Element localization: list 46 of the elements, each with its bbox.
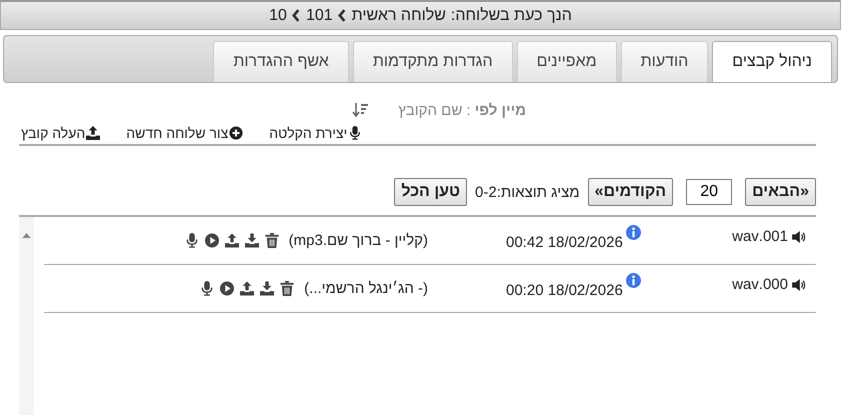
chevron-icon [338, 9, 347, 22]
microphone-icon[interactable] [184, 233, 199, 248]
toolbar-link[interactable]: יצירת הקלטה [269, 125, 362, 141]
sort-label[interactable]: מיין לפי : שם הקובץ [398, 102, 526, 118]
file-title: (קליין - ברוך שם.mp3) [288, 232, 428, 249]
speaker-icon[interactable] [792, 230, 806, 242]
page-size-field[interactable]: 20 [686, 179, 732, 205]
sort-icon[interactable] [352, 102, 368, 118]
previous-button[interactable]: הקודמים» [588, 178, 674, 206]
file-name: 000.wav [732, 276, 788, 293]
tab[interactable]: מאפיינים [516, 41, 617, 82]
breadcrumb-item[interactable]: 101 [306, 6, 333, 24]
file-date: 18/02/2026 00:20 [506, 282, 623, 298]
plus-circle-icon [229, 126, 244, 140]
tab[interactable]: הודעות [620, 41, 708, 82]
download-icon[interactable] [260, 281, 274, 296]
breadcrumb-item[interactable]: 10 [269, 6, 287, 24]
toolbar-link[interactable]: צור שלוחה חדשה [126, 125, 244, 141]
upload-icon[interactable] [224, 233, 239, 248]
next-button[interactable]: «הבאים [745, 178, 816, 206]
file-title: (- הג׳ינגל הרשמי...) [304, 280, 428, 297]
info-icon[interactable] [626, 272, 641, 288]
microphone-icon[interactable] [200, 281, 214, 296]
results-summary: מציג תוצאות:0-2 [475, 184, 580, 200]
file-name: 001.wav [732, 228, 788, 245]
trash-icon[interactable] [280, 281, 294, 296]
scroll-up-icon[interactable] [22, 233, 31, 238]
play-icon[interactable] [204, 233, 219, 248]
scrollbar[interactable] [19, 217, 34, 415]
tab[interactable]: ניהול קבצים [712, 41, 832, 82]
chevron-icon [292, 9, 301, 22]
upload-icon [86, 126, 100, 140]
tab[interactable]: אשף ההגדרות [213, 41, 349, 82]
download-icon[interactable] [244, 233, 259, 248]
upload-icon[interactable] [240, 281, 254, 296]
breadcrumb-label: הנך כעת בשלוחה: [450, 6, 572, 24]
info-icon[interactable] [626, 224, 641, 240]
toolbar-link[interactable]: העלה קובץ [21, 125, 100, 141]
trash-icon[interactable] [264, 233, 279, 248]
play-icon[interactable] [220, 281, 234, 296]
breadcrumb-item[interactable]: שלוחה ראשית [352, 6, 446, 24]
speaker-icon[interactable] [792, 278, 806, 290]
tab[interactable]: הגדרות מתקדמות [352, 41, 513, 82]
load-all-button[interactable]: טען הכל [394, 178, 468, 206]
microphone-icon [348, 126, 362, 140]
file-date: 18/02/2026 00:42 [506, 234, 623, 250]
